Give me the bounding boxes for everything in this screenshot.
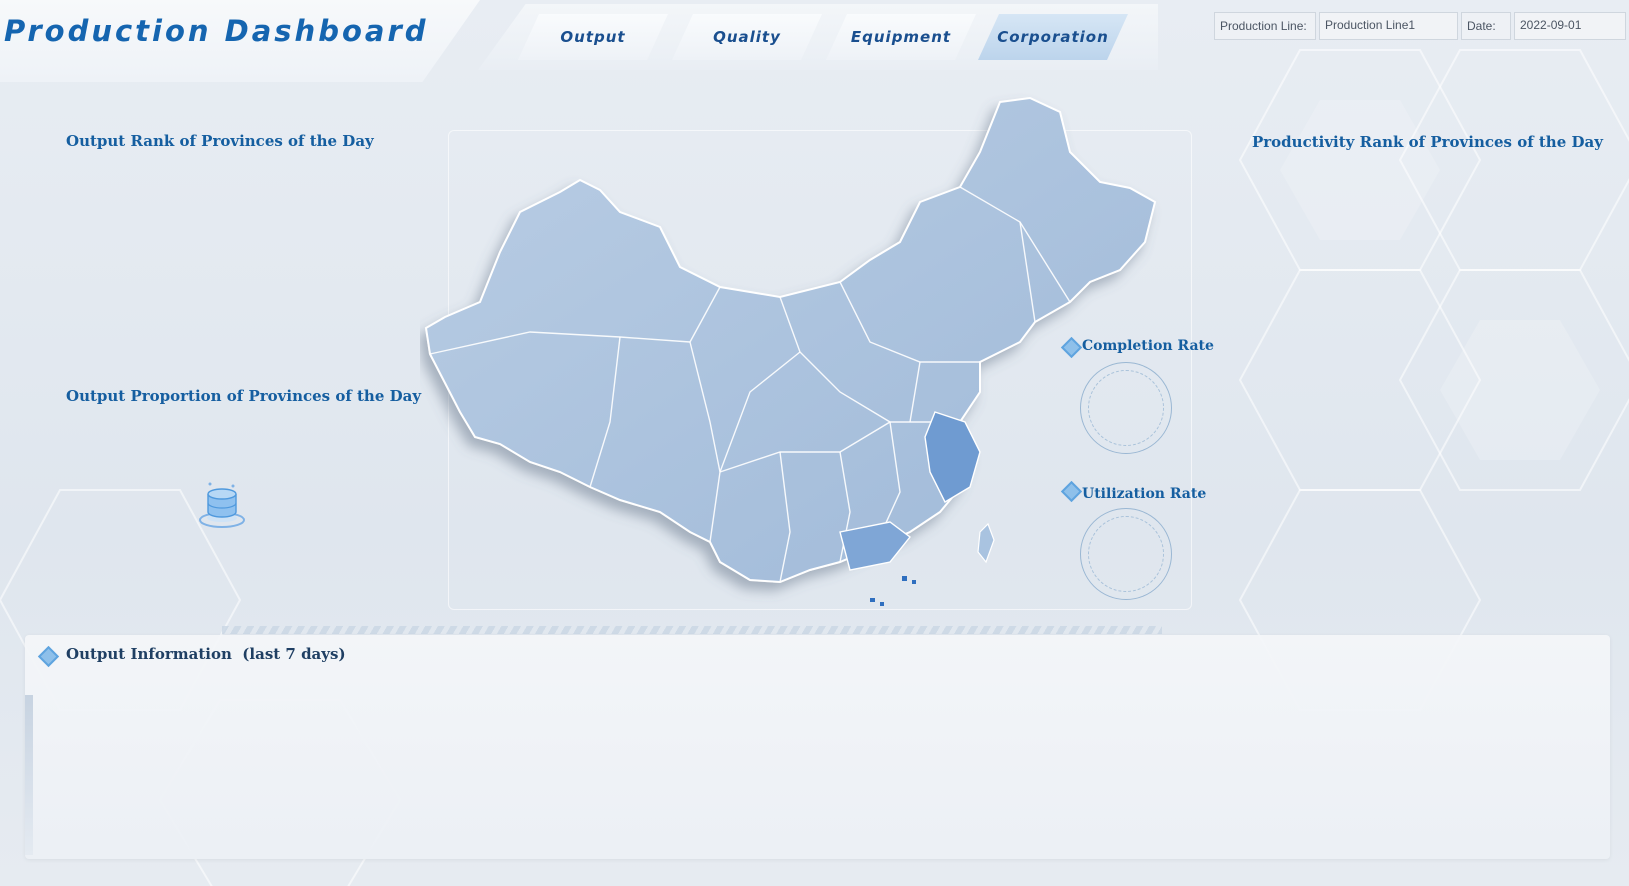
utilization-rate-gauge	[1080, 508, 1172, 600]
panel-accent-bar	[25, 695, 33, 855]
production-line-select[interactable]: Production Line1	[1319, 12, 1458, 40]
output-info-panel	[25, 635, 1610, 859]
completion-rate-label: Completion Rate	[1082, 338, 1214, 354]
utilization-rate-label: Utilization Rate	[1082, 486, 1207, 502]
date-picker[interactable]: 2022-09-01	[1514, 12, 1626, 40]
productivity-rank-title: Productivity Rank of Provinces of the Da…	[1252, 133, 1603, 151]
tab-equipment[interactable]: Equipment	[826, 14, 976, 60]
tab-corporation-label: Corporation	[997, 28, 1109, 46]
production-line-label: Production Line:	[1214, 12, 1316, 40]
output-rank-title: Output Rank of Provinces of the Day	[66, 132, 374, 150]
tab-quality-label: Quality	[713, 28, 781, 46]
date-label: Date:	[1461, 12, 1511, 40]
map-highlight-south	[839, 521, 911, 571]
map-island-taiwan	[977, 522, 995, 564]
panel-decoration-strip	[222, 626, 1162, 634]
completion-rate-gauge	[1080, 362, 1172, 454]
tab-quality[interactable]: Quality	[672, 14, 822, 60]
tab-output-label: Output	[560, 28, 626, 46]
output-proportion-title: Output Proportion of Provinces of the Da…	[66, 387, 422, 405]
tab-corporation[interactable]: Corporation	[978, 14, 1128, 60]
tab-output[interactable]: Output	[518, 14, 668, 60]
page-title: Production Dashboard	[4, 14, 429, 48]
china-map	[424, 96, 1157, 606]
output-info-title: Output Information (last 7 days)	[66, 645, 346, 663]
database-icon	[199, 482, 245, 528]
filter-bar: Production Line: Production Line1 Date: …	[1214, 12, 1626, 40]
tab-equipment-label: Equipment	[850, 28, 952, 46]
map-landmass	[424, 96, 1157, 584]
